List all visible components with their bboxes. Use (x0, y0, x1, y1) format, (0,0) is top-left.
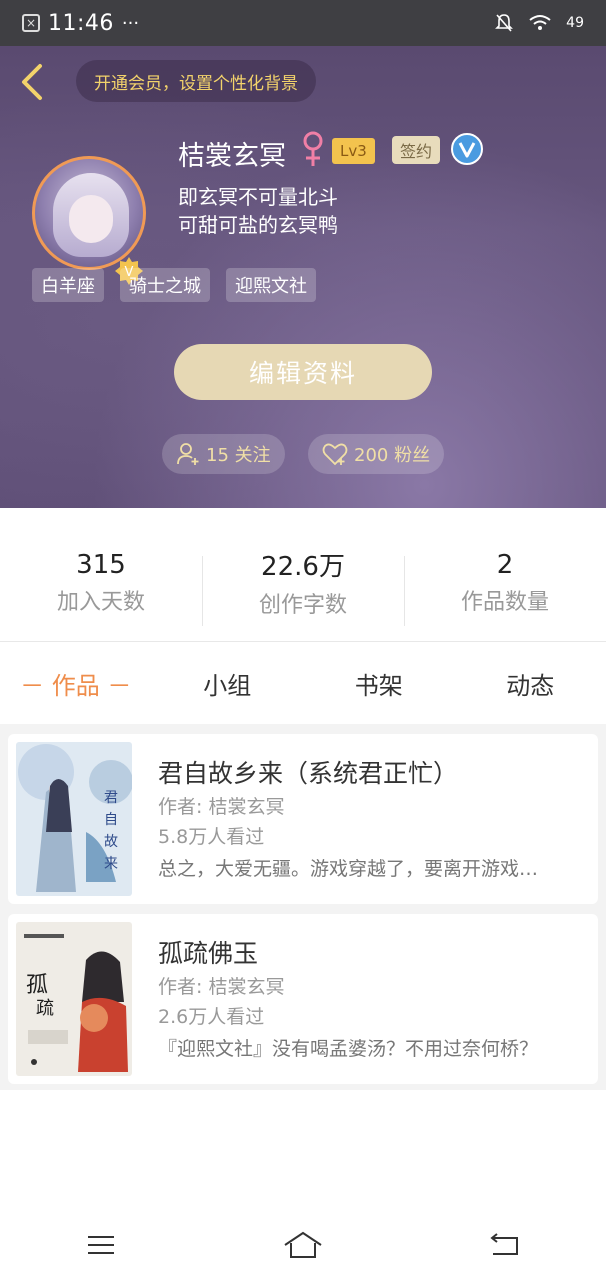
following-label: 15 关注 (206, 445, 271, 466)
stat-days-value: 315 (76, 549, 126, 580)
stat-works-value: 2 (496, 549, 514, 580)
profile-header: 开通会员，设置个性化背景 V 桔裳玄冥 Lv3 签约 即玄冥不可量北斗 可甜可盐… (0, 46, 606, 508)
signed-badge: 签约 (392, 136, 441, 164)
battery-icon: 49 (566, 15, 584, 31)
heart-icon (322, 443, 348, 466)
svg-text:故: 故 (104, 834, 118, 850)
following-button[interactable]: 15 关注 (162, 434, 285, 474)
work-author: 作者: 桔裳玄冥 (158, 796, 285, 818)
tab-groups[interactable]: 小组 (152, 666, 304, 701)
status-bar: × 11:46 ··· 49 (0, 0, 606, 46)
work-views: 5.8万人看过 (158, 826, 265, 848)
home-icon[interactable] (283, 1225, 323, 1265)
stat-works: 2 作品数量 (404, 508, 606, 641)
work-title: 君自故乡来（系统君正忙） (158, 759, 459, 788)
system-nav-bar (0, 1210, 606, 1280)
sim-icon: × (22, 14, 40, 32)
book-cover-image: 君 自 故 来 (16, 742, 132, 896)
work-description: 『迎熙文社』没有喝孟婆汤？不用过奈何桥？ (158, 1038, 539, 1060)
book-cover-image: 孤 疏 (16, 922, 132, 1076)
work-description: 总之，大爱无疆。游戏穿越了，要离开游戏… (158, 858, 539, 880)
work-author: 作者: 桔裳玄冥 (158, 976, 285, 998)
female-icon (303, 131, 323, 166)
stat-words-label: 创作字数 (258, 593, 347, 618)
menu-icon[interactable] (81, 1225, 121, 1265)
wifi-icon (529, 15, 551, 30)
profile-tags: 白羊座 骑士之城 迎熙文社 (32, 268, 316, 302)
level-badge: Lv3 (332, 138, 375, 164)
tag-group-1[interactable]: 骑士之城 (120, 268, 210, 302)
tag-group-2[interactable]: 迎熙文社 (226, 268, 316, 302)
followers-label: 200 粉丝 (354, 445, 431, 466)
profile-name: 桔裳玄冥 (178, 141, 286, 172)
tab-works[interactable]: － 作品 － (0, 666, 152, 701)
tag-zodiac[interactable]: 白羊座 (32, 268, 104, 302)
status-time: 11:46 (48, 10, 114, 36)
svg-text:自: 自 (104, 812, 118, 828)
back-nav-icon[interactable] (485, 1225, 525, 1265)
bio-line-1: 即玄冥不可量北斗 (178, 185, 338, 209)
vip-banner-button[interactable]: 开通会员，设置个性化背景 (76, 60, 316, 102)
tab-bookshelf[interactable]: 书架 (303, 666, 455, 701)
status-more-icon: ··· (121, 12, 140, 34)
verified-icon (451, 133, 483, 165)
stat-days-label: 加入天数 (56, 589, 145, 615)
profile-bio: 即玄冥不可量北斗 可甜可盐的玄冥鸭 (178, 183, 338, 239)
mute-icon (495, 14, 514, 32)
svg-text:疏: 疏 (36, 998, 54, 1019)
stat-words-value: 22.6万 (261, 552, 345, 582)
avatar[interactable] (32, 156, 146, 270)
followers-button[interactable]: 200 粉丝 (308, 434, 445, 474)
bio-line-2: 可甜可盐的玄冥鸭 (178, 213, 338, 237)
stats-row: 315 加入天数 22.6万 创作字数 2 作品数量 (0, 508, 606, 642)
stat-works-label: 作品数量 (460, 589, 549, 615)
add-user-icon (177, 443, 199, 465)
work-card[interactable]: 君 自 故 来 君自故乡来（系统君正忙） 作者: 桔裳玄冥 5.8万人看过 总之… (8, 734, 598, 904)
back-icon[interactable] (16, 62, 48, 102)
stat-days: 315 加入天数 (0, 508, 202, 641)
stat-words: 22.6万 创作字数 (202, 508, 404, 641)
svg-text:君: 君 (104, 790, 118, 806)
work-views: 2.6万人看过 (158, 1006, 265, 1028)
svg-text:孤: 孤 (26, 973, 48, 998)
profile-tabs: － 作品 － 小组 书架 动态 (0, 642, 606, 724)
works-list: 君 自 故 来 君自故乡来（系统君正忙） 作者: 桔裳玄冥 5.8万人看过 总之… (0, 724, 606, 1090)
work-card[interactable]: 孤 疏 孤疏佛玉 作者: 桔裳玄冥 2.6万人看过 『迎熙文社』没有喝孟婆汤？不… (8, 914, 598, 1084)
tab-activity[interactable]: 动态 (455, 666, 606, 701)
edit-profile-button[interactable]: 编辑资料 (174, 344, 432, 400)
svg-text:来: 来 (104, 856, 118, 872)
work-title: 孤疏佛玉 (158, 939, 259, 968)
